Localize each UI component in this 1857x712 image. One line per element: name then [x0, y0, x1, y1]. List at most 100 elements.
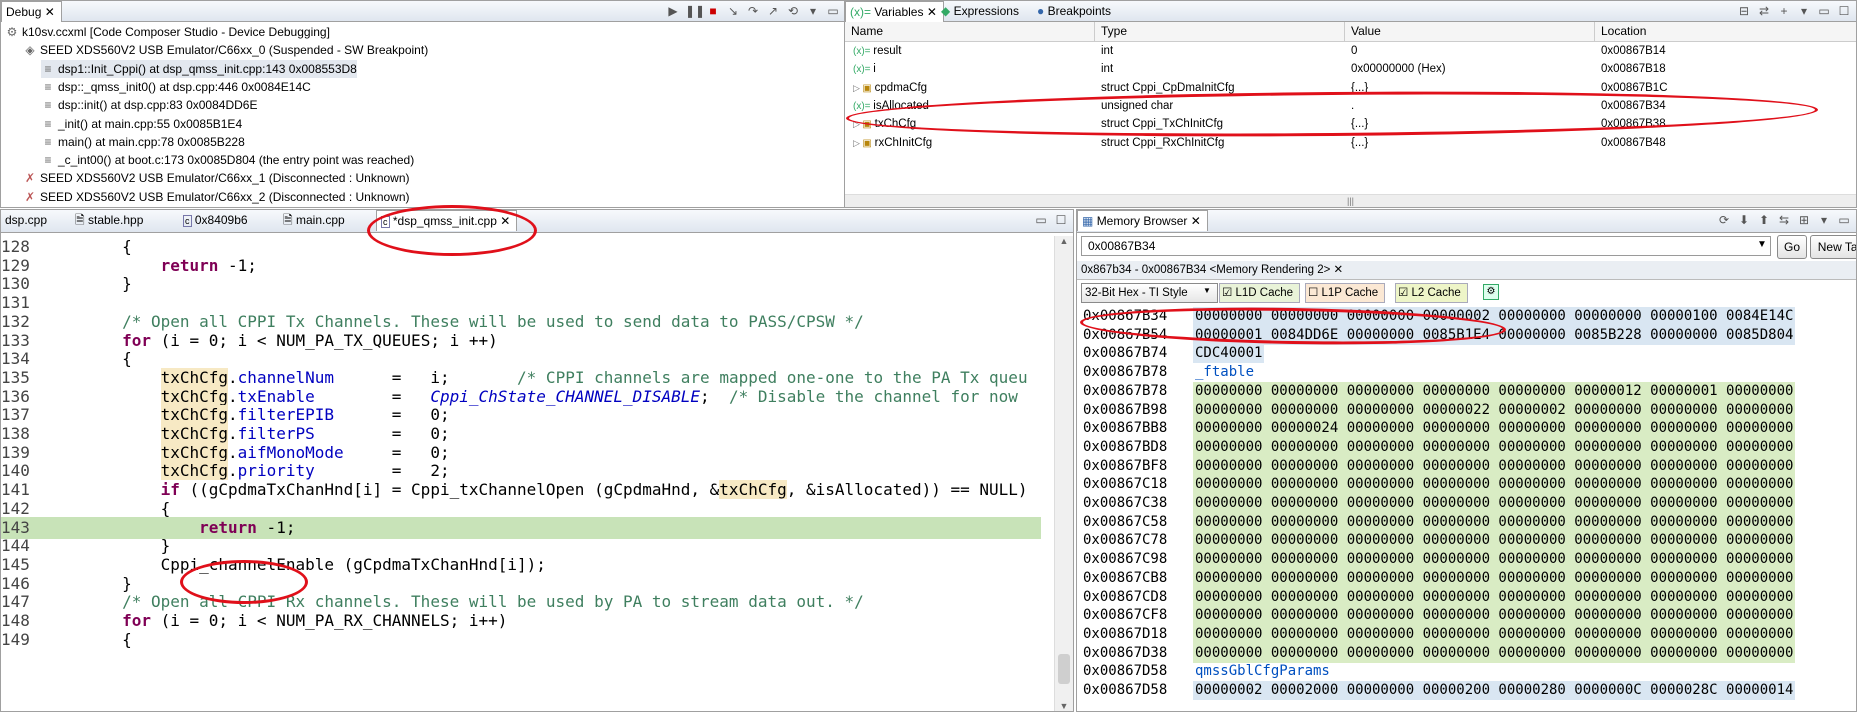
expand-icon[interactable]: ▷ [853, 119, 862, 129]
terminate-icon[interactable]: ■ [705, 3, 721, 19]
memory-rendering[interactable]: 0x00867B34 00000000 00000000 00000000 000… [1077, 307, 1856, 711]
rendering-tab[interactable]: 0x867b34 - 0x00867B34 <Memory Rendering … [1077, 261, 1856, 280]
cache-settings-icon[interactable]: ⚙ [1483, 284, 1499, 300]
horizontal-scrollbar[interactable]: ||| [845, 194, 1856, 207]
debug-tree-node[interactable]: ⚙ k10sv.ccxml [Code Composer Studio - Dev… [5, 23, 330, 41]
memory-row[interactable]: 0x00867B54 00000001 0084DD6E 00000000 008… [1077, 325, 1856, 345]
memory-row[interactable]: 0x00867BD8 00000000 00000000 00000000 000… [1077, 437, 1856, 457]
step-over-icon[interactable]: ↷ [745, 3, 761, 19]
column-location[interactable]: Location [1595, 22, 1851, 41]
stack-frame-item[interactable]: ≡ dsp1::Init_Cppi() at dsp_qmss_init.cpp:… [41, 59, 357, 78]
memory-data[interactable]: 00000000 00000000 00000000 00000000 0000… [1193, 587, 1796, 607]
variable-row[interactable]: (x)= result int 0 0x00867B14 [845, 42, 1856, 60]
scroll-thumb[interactable] [1058, 654, 1070, 684]
tab-disassembly[interactable]: c 0x8409b6 [179, 210, 254, 230]
memory-row[interactable]: 0x00867D38 00000000 00000000 00000000 000… [1077, 643, 1856, 663]
code-line[interactable]: 149 { [1, 629, 1041, 651]
save-memory-icon[interactable]: ⬇ [1736, 212, 1752, 228]
suspend-icon[interactable]: ❚❚ [685, 3, 705, 19]
memory-row[interactable]: 0x00867B74 CDC40001 [1077, 344, 1856, 364]
memory-data[interactable]: 00000000 00000024 00000000 00000000 0000… [1193, 419, 1796, 439]
link-icon[interactable]: ⇆ [1776, 212, 1792, 228]
memory-data[interactable]: 00000000 00000000 00000000 00000000 0000… [1193, 494, 1796, 513]
memory-data[interactable]: 00000000 00000000 00000000 00000000 0000… [1193, 643, 1796, 663]
variable-value-cell[interactable]: 0x00000000 (Hex) [1351, 60, 1591, 78]
memory-data[interactable]: 00000000 00000000 00000000 00000000 0000… [1193, 550, 1796, 570]
add-icon[interactable]: + [1776, 3, 1792, 19]
checkbox-checked-icon[interactable]: ☑ [1222, 287, 1232, 299]
memory-row[interactable]: 0x00867C98 00000000 00000000 00000000 000… [1077, 550, 1856, 570]
variable-row[interactable]: ▷ ▣ rxChInitCfg struct Cppi_RxChInitCfg {.… [845, 134, 1856, 152]
vertical-scrollbar[interactable]: ▲ ▼ [1054, 236, 1073, 711]
variable-value-cell[interactable]: 0 [1351, 42, 1591, 60]
tab-expressions[interactable]: ◆ Expressions [937, 1, 1025, 21]
resume-icon[interactable]: ▶ [665, 3, 681, 19]
stack-frame-item[interactable]: ≡ _c_int00() at boot.c:173 0x0085D804 (th… [41, 151, 414, 169]
maximize-icon[interactable]: ☐ [1836, 3, 1852, 19]
memory-data[interactable]: 00000000 00000000 00000000 00000000 0000… [1193, 568, 1796, 588]
memory-row[interactable]: 0x00867CB8 00000000 00000000 00000000 000… [1077, 568, 1856, 588]
address-dropdown-icon[interactable]: ▼ [1757, 239, 1767, 250]
memory-symbol-row[interactable]: 0x00867D58 qmssGblCfgParams [1077, 662, 1856, 681]
memory-data[interactable]: 00000000 00000000 00000000 00000002 0000… [1193, 307, 1796, 326]
minimize-icon[interactable]: ▭ [1816, 3, 1832, 19]
tab-breakpoints[interactable]: ● Breakpoints [1033, 1, 1117, 21]
minimize-icon[interactable]: ▭ [1836, 212, 1852, 228]
scroll-down-icon[interactable]: ▼ [1055, 701, 1073, 711]
minimize-icon[interactable]: ▭ [1033, 212, 1049, 228]
new-tab-icon[interactable]: ⊞ [1796, 212, 1812, 228]
variable-value-cell[interactable]: {...} [1351, 79, 1591, 97]
memory-row[interactable]: 0x00867D18 00000000 00000000 00000000 000… [1077, 624, 1856, 644]
step-return-icon[interactable]: ↗ [765, 3, 781, 19]
stack-frame-item[interactable]: ≡ _init() at main.cpp:55 0x0085B1E4 [41, 115, 242, 133]
close-icon[interactable]: ✕ [927, 5, 937, 19]
tab-main-cpp[interactable]: 🗎 main.cpp [279, 210, 351, 230]
expand-icon[interactable]: ▷ [853, 83, 862, 93]
memory-row[interactable]: 0x00867B34 00000000 00000000 00000000 000… [1077, 307, 1856, 326]
tab-memory-browser[interactable]: ▦ Memory Browser ✕ [1077, 210, 1208, 231]
maximize-icon[interactable]: ☐ [1053, 212, 1069, 228]
checkbox-icon[interactable]: ☐ [1308, 287, 1318, 299]
column-name[interactable]: Name [845, 22, 1095, 41]
memory-row[interactable]: 0x00867CF8 00000000 00000000 00000000 000… [1077, 606, 1856, 626]
variable-value-cell[interactable]: {...} [1351, 115, 1591, 133]
show-types-icon[interactable]: ⇄ [1756, 3, 1772, 19]
memory-row[interactable]: 0x00867BF8 00000000 00000000 00000000 000… [1077, 456, 1856, 476]
close-icon[interactable]: ✕ [45, 5, 55, 19]
scroll-up-icon[interactable]: ▲ [1055, 236, 1073, 246]
memory-row[interactable]: 0x00867C58 00000000 00000000 00000000 000… [1077, 512, 1856, 532]
variable-row[interactable]: (x)= i int 0x00000000 (Hex) 0x00867B18 [845, 60, 1856, 78]
menu-icon[interactable]: ▾ [805, 3, 821, 19]
chevron-down-icon[interactable]: ▼ [1203, 286, 1211, 295]
checkbox-checked-icon[interactable]: ☑ [1398, 287, 1408, 299]
stack-frame-item[interactable]: ≡ dsp::_qmss_init0() at dsp.cpp:446 0x008… [41, 78, 310, 96]
variable-value-cell[interactable]: {...} [1351, 134, 1591, 152]
memory-address-input[interactable] [1081, 236, 1771, 256]
memory-row[interactable]: 0x00867BB8 00000000 00000024 00000000 000… [1077, 419, 1856, 439]
memory-data[interactable]: 00000000 00000000 00000000 00000000 0000… [1193, 531, 1796, 551]
l1d-cache-toggle[interactable]: ☑ L1D Cache [1219, 283, 1301, 303]
debug-tree-node[interactable]: ✗ SEED XDS560V2 USB Emulator/C66xx_1 (Dis… [23, 169, 410, 187]
memory-data[interactable]: 00000000 00000000 00000000 00000000 0000… [1193, 606, 1796, 626]
memory-row[interactable]: 0x00867B78 00000000 00000000 00000000 000… [1077, 381, 1856, 401]
stack-frame-item[interactable]: ≡ main() at main.cpp:78 0x0085B228 [41, 133, 244, 151]
menu-icon[interactable]: ▾ [1816, 212, 1832, 228]
close-icon[interactable]: ✕ [1191, 214, 1201, 228]
step-into-icon[interactable]: ↘ [725, 3, 741, 19]
tab-dsp-qmss-init[interactable]: c *dsp_qmss_init.cpp ✕ [376, 210, 518, 231]
memory-data[interactable]: 00000000 00000000 00000000 00000000 0000… [1193, 512, 1796, 532]
menu-icon[interactable]: ▾ [1796, 3, 1812, 19]
memory-row[interactable]: 0x00867B98 00000000 00000000 00000000 000… [1077, 400, 1856, 420]
tab-stable-hpp[interactable]: 🗎 stable.hpp [71, 210, 149, 230]
code-editor[interactable]: 128 {129 return -1; 130 } 131 132 /* Open a… [1, 236, 1041, 711]
memory-data[interactable]: CDC40001 [1193, 344, 1265, 364]
collapse-all-icon[interactable]: ⊟ [1736, 3, 1752, 19]
variable-row[interactable]: ▷ ▣ txChCfg struct Cppi_TxChInitCfg {...} 0… [845, 115, 1856, 133]
memory-data[interactable]: 00000000 00000000 00000000 00000000 0000… [1193, 437, 1796, 457]
refresh-icon[interactable]: ⟳ [1716, 212, 1732, 228]
column-type[interactable]: Type [1095, 22, 1345, 41]
close-icon[interactable]: ✕ [500, 214, 510, 228]
memory-row[interactable]: 0x00867D58 00000002 00002000 00000000 000… [1077, 681, 1856, 700]
variable-row[interactable]: (x)= isAllocated unsigned char. 0x00867B34 [845, 97, 1856, 115]
column-value[interactable]: Value [1345, 22, 1595, 41]
